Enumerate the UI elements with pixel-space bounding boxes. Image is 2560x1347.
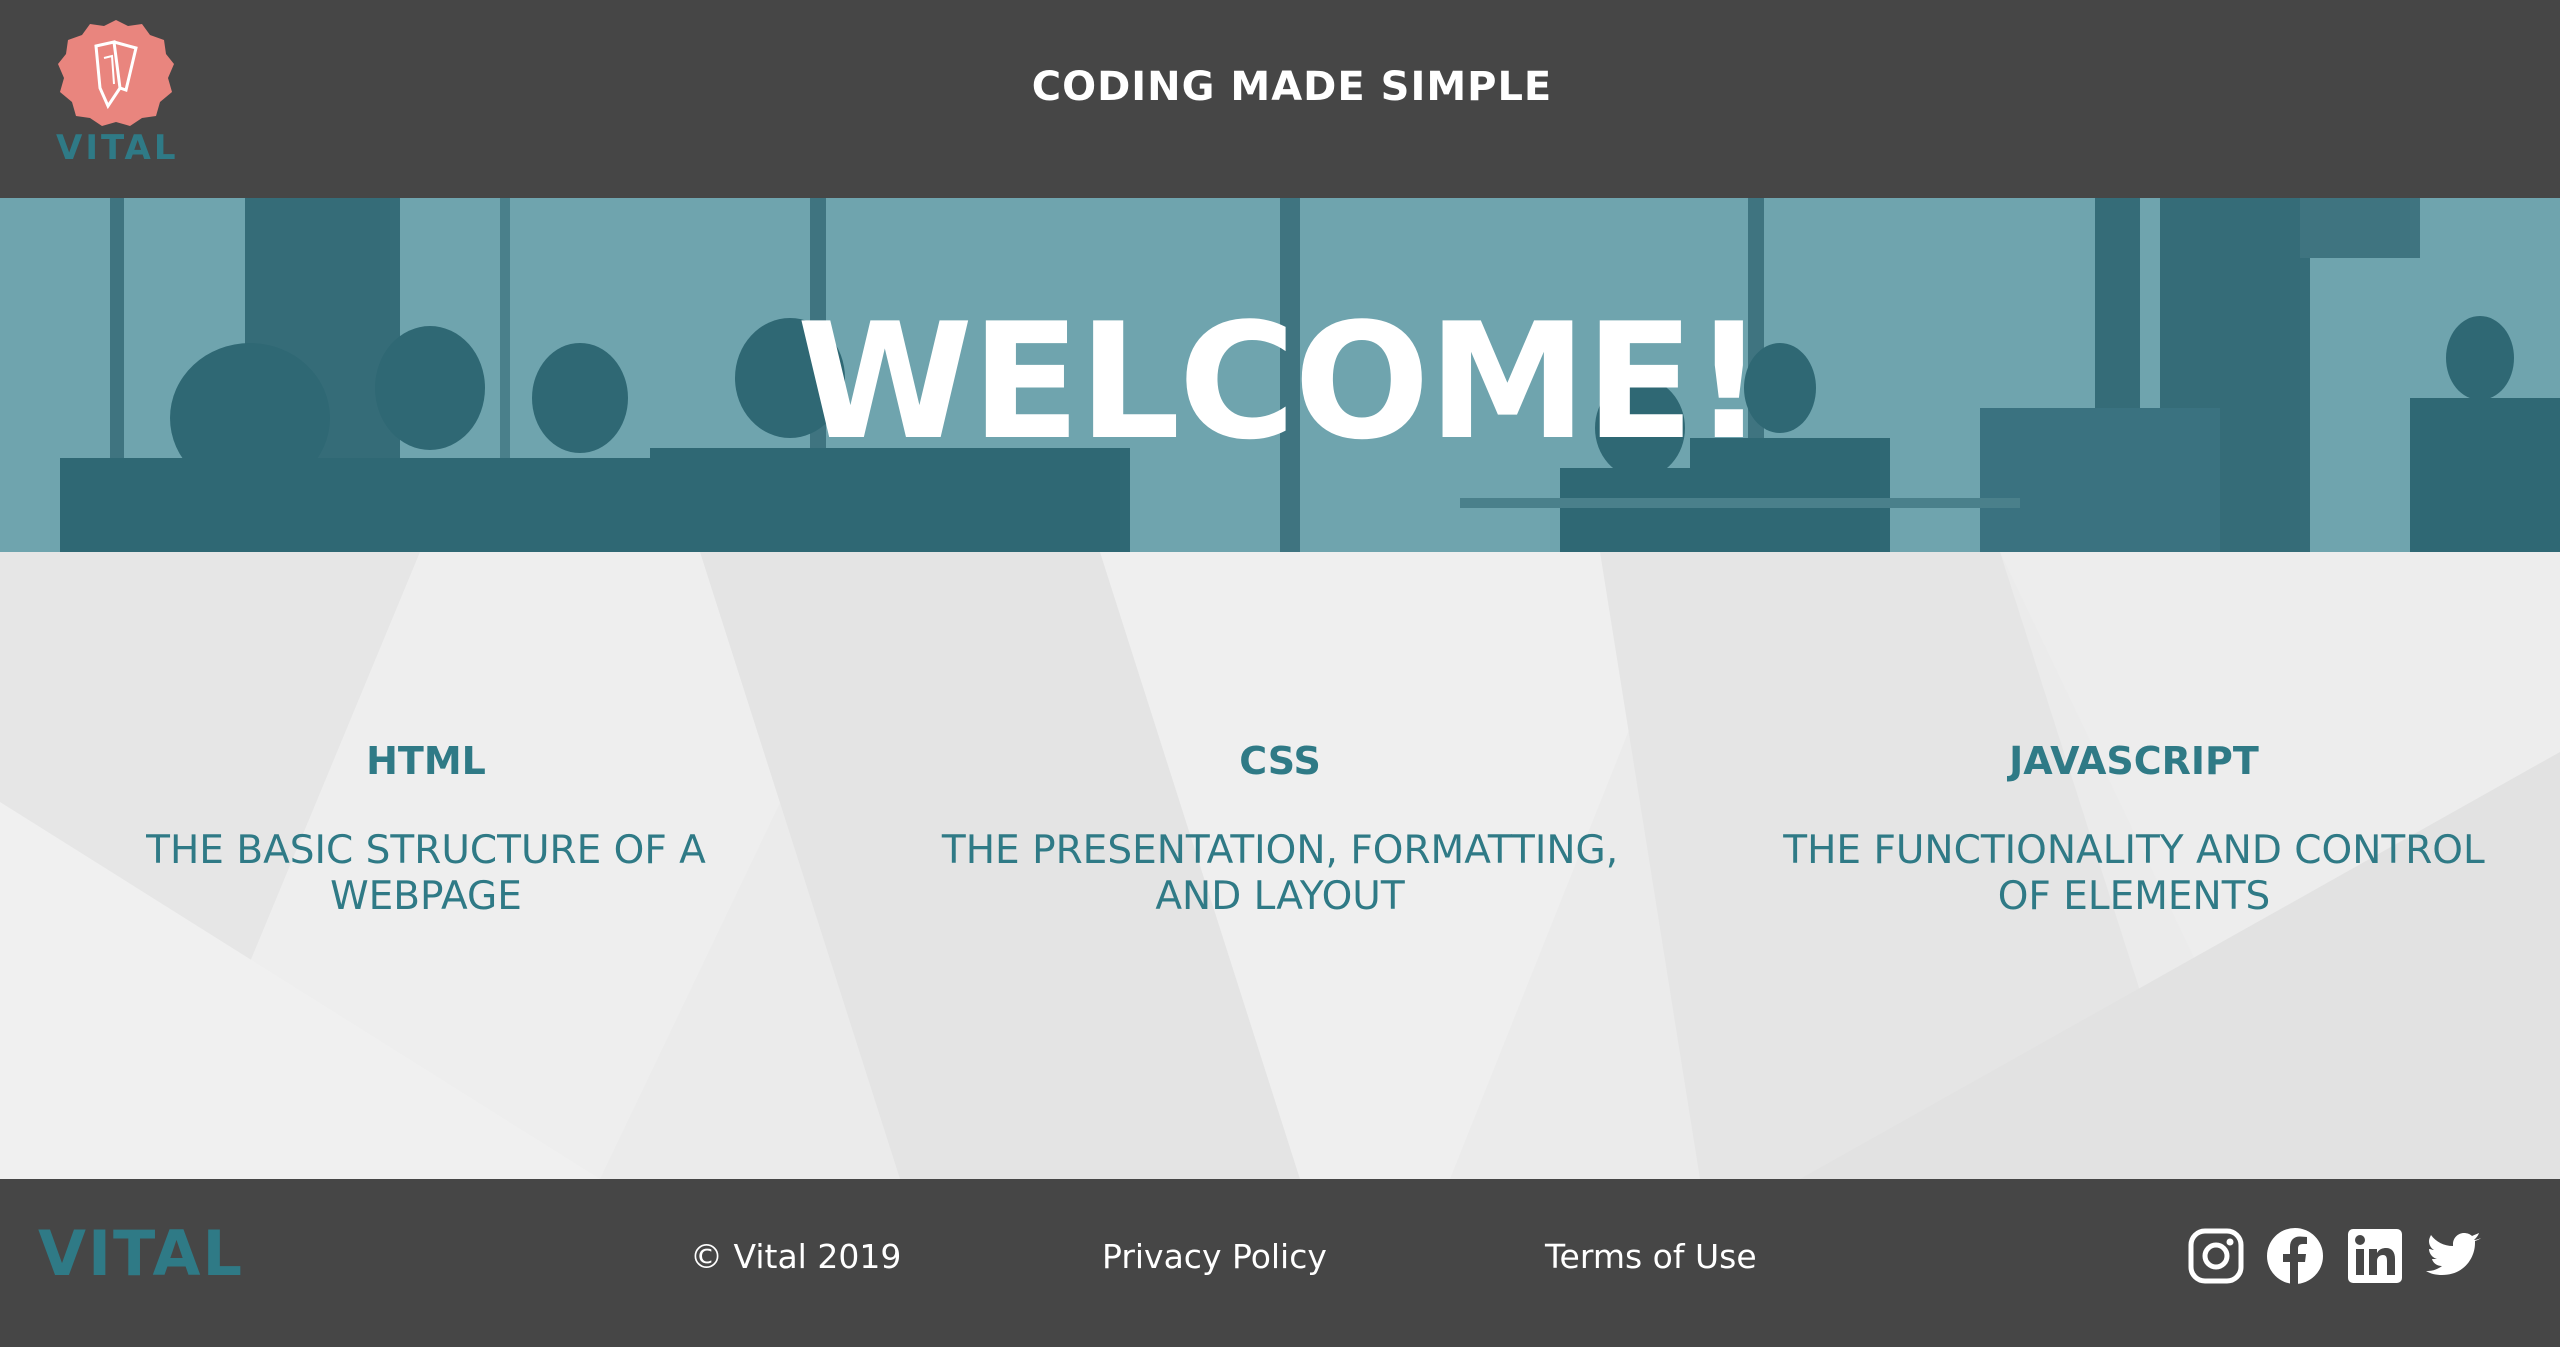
feature-title: HTML bbox=[366, 739, 486, 783]
terms-of-use-link[interactable]: Terms of Use bbox=[1545, 1237, 1757, 1276]
feature-title: CSS bbox=[1239, 739, 1321, 783]
hero-banner: WELCOME! bbox=[0, 198, 2560, 552]
feature-title: JAVASCRIPT bbox=[2009, 739, 2259, 783]
site-footer: VITAL © Vital 2019 Privacy Policy Terms … bbox=[0, 1179, 2560, 1347]
feature-css: CSS THE PRESENTATION, FORMATTING, AND LA… bbox=[880, 742, 1680, 920]
twitter-icon[interactable] bbox=[2425, 1227, 2483, 1285]
features-section: HTML THE BASIC STRUCTURE OF A WEBPAGE CS… bbox=[0, 552, 2560, 1179]
site-tagline: CODING MADE SIMPLE bbox=[1031, 64, 1553, 110]
privacy-policy-link[interactable]: Privacy Policy bbox=[1102, 1237, 1327, 1276]
footer-logo[interactable]: VITAL bbox=[38, 1217, 244, 1290]
feature-description: THE FUNCTIONALITY AND CONTROL OF ELEMENT… bbox=[1783, 828, 2485, 919]
hero-title: WELCOME! bbox=[796, 288, 1766, 475]
copyright-text: © Vital 2019 bbox=[690, 1237, 902, 1276]
feature-description: THE BASIC STRUCTURE OF A WEBPAGE bbox=[146, 828, 706, 919]
feature-description: THE PRESENTATION, FORMATTING, AND LAYOUT bbox=[941, 828, 1619, 919]
instagram-icon[interactable] bbox=[2187, 1227, 2245, 1285]
site-header: VITAL CODING MADE SIMPLE bbox=[0, 0, 2560, 198]
linkedin-icon[interactable] bbox=[2346, 1227, 2404, 1285]
facebook-icon[interactable] bbox=[2266, 1227, 2324, 1285]
logo-text: VITAL bbox=[56, 128, 179, 168]
feature-javascript: JAVASCRIPT THE FUNCTIONALITY AND CONTROL… bbox=[1734, 742, 2534, 920]
feature-html: HTML THE BASIC STRUCTURE OF A WEBPAGE bbox=[26, 742, 826, 920]
